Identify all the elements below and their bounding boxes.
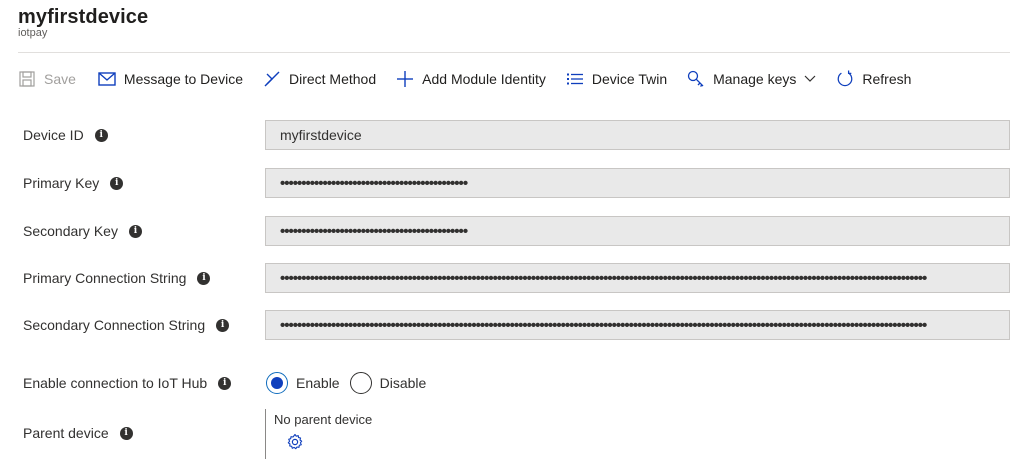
refresh-label: Refresh [862, 71, 912, 87]
plus-icon [396, 70, 414, 88]
save-button[interactable]: Save [18, 64, 76, 94]
info-icon[interactable]: i [119, 426, 133, 440]
primary-connection-string-label: Primary Connection String i [23, 261, 211, 295]
secondary-key-label: Secondary Key i [23, 214, 142, 248]
secondary-connection-string-field[interactable]: ••••••••••••••••••••••••••••••••••••••••… [265, 310, 1010, 340]
key-icon [687, 70, 705, 88]
disable-radio-label: Disable [379, 375, 427, 391]
parent-device-row: Parent device i No parent device [0, 409, 1010, 468]
parent-device-label: Parent device i [23, 416, 133, 450]
chevron-down-icon [804, 75, 816, 83]
direct-method-button[interactable]: Direct Method [263, 64, 376, 94]
save-icon [18, 70, 36, 88]
disable-radio[interactable]: Disable [349, 372, 427, 394]
device-id-label-text: Device ID [23, 127, 84, 143]
enable-connection-label: Enable connection to IoT Hub i [23, 366, 232, 400]
primary-connection-string-row: Primary Connection String i ••••••••••••… [0, 261, 1010, 295]
secondary-connection-string-label: Secondary Connection String i [23, 308, 230, 342]
info-icon[interactable]: i [94, 128, 108, 142]
info-icon[interactable]: i [218, 376, 232, 390]
info-icon[interactable]: i [128, 224, 142, 238]
header-divider [18, 52, 1010, 53]
device-twin-button[interactable]: Device Twin [566, 64, 667, 94]
gear-icon[interactable] [286, 433, 304, 451]
add-module-identity-button[interactable]: Add Module Identity [396, 64, 546, 94]
refresh-button[interactable]: Refresh [836, 64, 911, 94]
message-label: Message to Device [123, 71, 243, 87]
secondary-key-field[interactable]: ••••••••••••••••••••••••••••••••••••••••… [265, 216, 1010, 246]
primary-key-row: Primary Key i ••••••••••••••••••••••••••… [0, 166, 1010, 200]
secondary-key-row: Secondary Key i ••••••••••••••••••••••••… [0, 214, 1010, 248]
radio-selected-icon [266, 372, 288, 394]
info-icon[interactable]: i [110, 176, 124, 190]
primary-connection-string-field[interactable]: ••••••••••••••••••••••••••••••••••••••••… [265, 263, 1010, 293]
parent-device-value: No parent device [274, 412, 373, 427]
save-label: Save [44, 71, 76, 87]
enable-radio[interactable]: Enable [266, 372, 340, 394]
page-header: myfirstdevice iotpay [18, 4, 148, 39]
envelope-icon [98, 70, 116, 88]
secondary-connection-string-row: Secondary Connection String i ••••••••••… [0, 308, 1010, 342]
manage-keys-button[interactable]: Manage keys [687, 64, 816, 94]
direct-method-icon [263, 70, 281, 88]
device-twin-label: Device Twin [591, 71, 668, 87]
primary-key-field[interactable]: ••••••••••••••••••••••••••••••••••••••••… [265, 168, 1010, 198]
info-icon[interactable]: i [216, 318, 230, 332]
enable-connection-radio-group: Enable Disable [266, 366, 436, 400]
device-id-label: Device ID i [23, 118, 108, 152]
enable-connection-label-text: Enable connection to IoT Hub [23, 375, 208, 391]
primary-key-label-text: Primary Key [23, 175, 100, 191]
device-id-row: Device ID i myfirstdevice [0, 118, 1010, 152]
primary-key-label: Primary Key i [23, 166, 124, 200]
parent-device-label-text: Parent device [23, 425, 109, 441]
enable-connection-row: Enable connection to IoT Hub i Enable Di… [0, 366, 1010, 400]
secondary-connection-string-label-text: Secondary Connection String [23, 317, 206, 333]
add-module-label: Add Module Identity [422, 71, 546, 87]
list-icon [566, 70, 584, 88]
info-icon[interactable]: i [197, 271, 211, 285]
secondary-key-label-text: Secondary Key [23, 223, 118, 239]
message-to-device-button[interactable]: Message to Device [98, 64, 243, 94]
enable-radio-label: Enable [296, 375, 340, 391]
parent-device-box: No parent device [265, 409, 372, 459]
direct-method-label: Direct Method [288, 71, 377, 87]
radio-unselected-icon [349, 372, 372, 394]
primary-connection-string-label-text: Primary Connection String [23, 270, 187, 286]
refresh-icon [836, 70, 854, 88]
device-id-field[interactable]: myfirstdevice [265, 120, 1010, 150]
command-bar: Save Message to Device Direct Method Add… [18, 64, 931, 94]
manage-keys-label: Manage keys [713, 71, 797, 87]
